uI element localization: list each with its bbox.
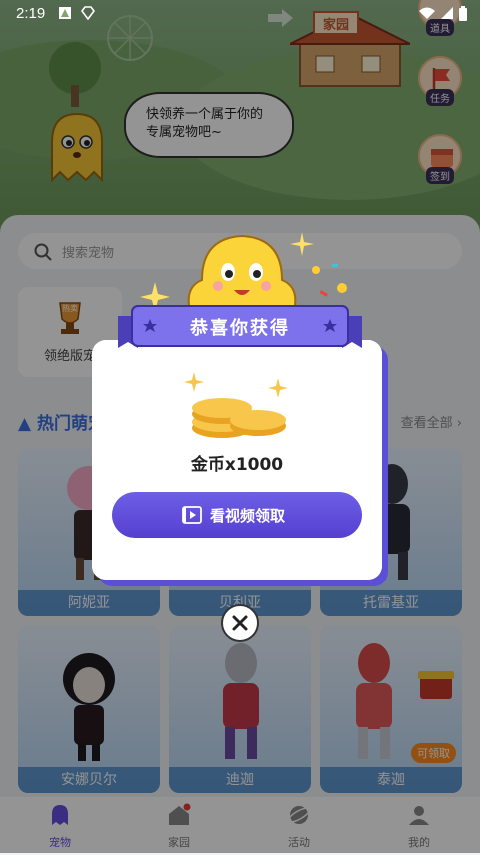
video-icon (182, 506, 202, 524)
confetti-icon (312, 264, 347, 297)
sparkle-icon (290, 232, 314, 256)
battery-icon (458, 6, 468, 21)
watch-video-label: 看视频领取 (210, 507, 286, 525)
banner-text: 恭喜你获得 (190, 318, 290, 339)
status-time: 2:19 (16, 5, 46, 22)
close-button[interactable] (221, 604, 259, 642)
reward-dialog: 金币x1000 看视频领取 (92, 340, 382, 580)
reward-amount: 金币x1000 (190, 455, 284, 475)
close-icon (232, 615, 248, 631)
signal-icon (440, 6, 454, 20)
reward-dialog-body: 金币x1000 看视频领取 (92, 340, 382, 580)
watch-video-button[interactable]: 看视频领取 (112, 492, 362, 538)
status-bar: 2:19 (0, 0, 480, 28)
coins-icon (184, 372, 288, 438)
congrats-banner: 恭喜你获得 (118, 302, 362, 352)
diamond-icon (80, 6, 95, 21)
app-notification-icon (58, 6, 72, 20)
wifi-icon (418, 6, 436, 20)
